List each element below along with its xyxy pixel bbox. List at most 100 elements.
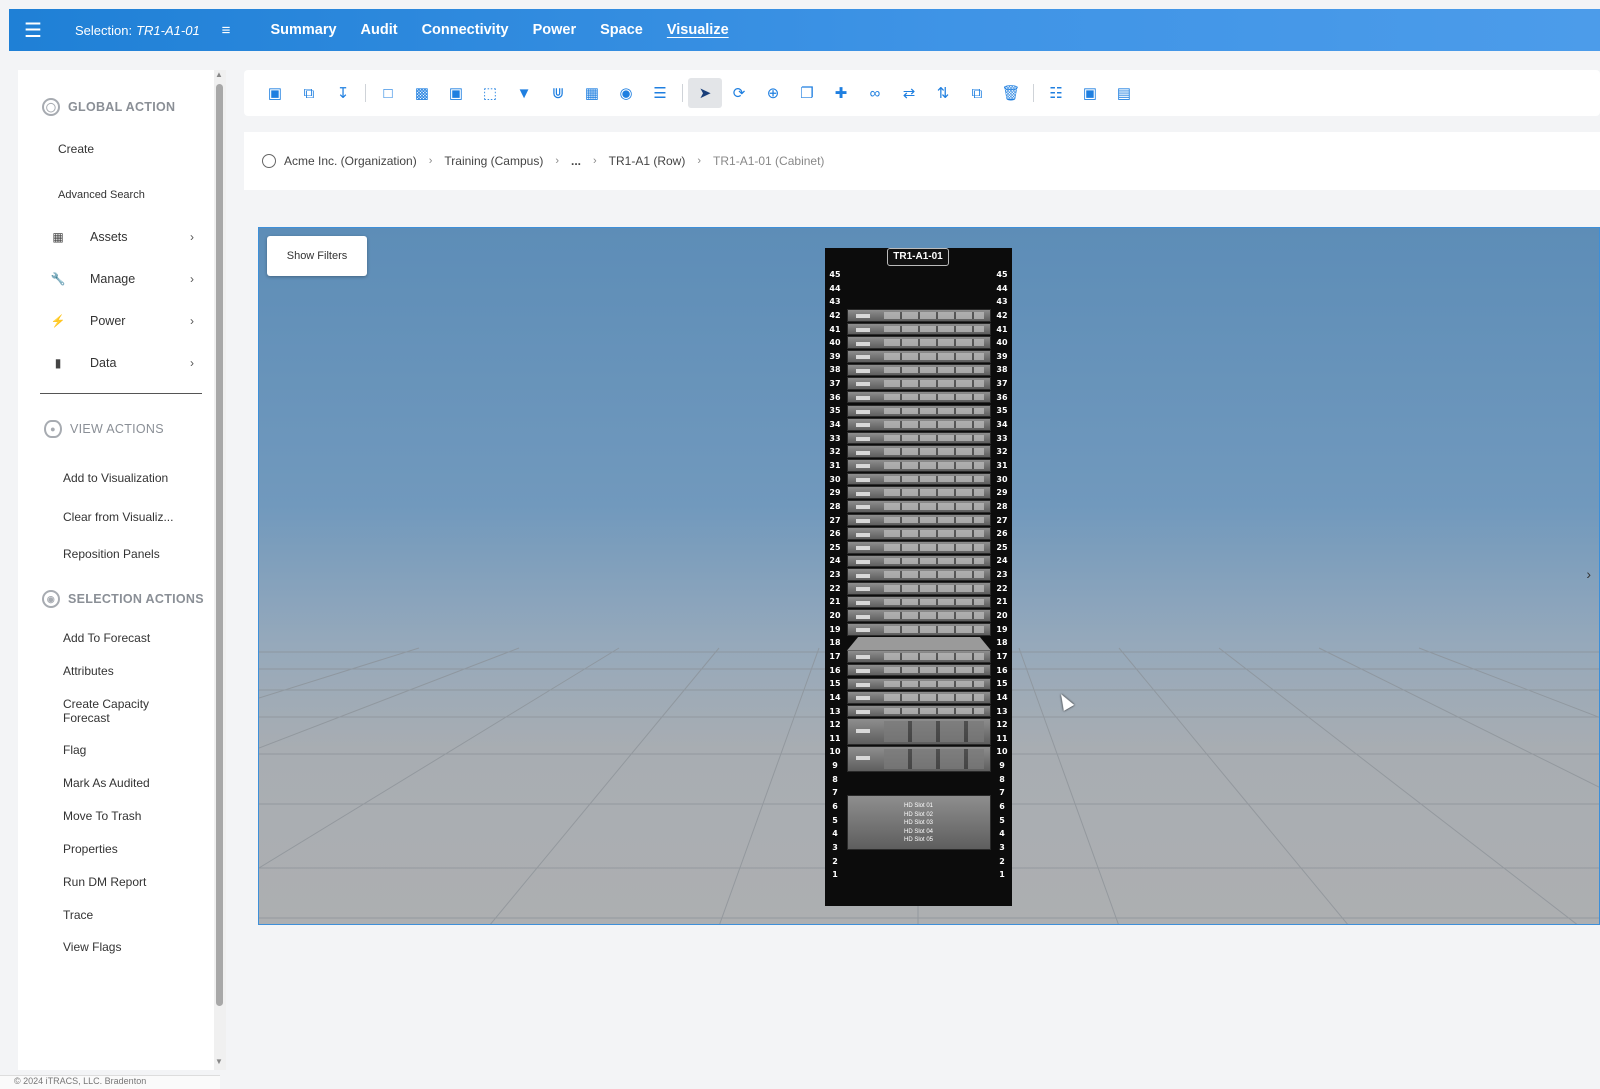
rack-server[interactable] bbox=[847, 363, 991, 377]
sidebar-item-properties[interactable]: Properties bbox=[63, 842, 118, 856]
cabinet-rack[interactable]: TR1-A1-01 45 44 43 42 41 40 39 38 37 36 35 34 33 32 31… bbox=[825, 248, 1012, 906]
sidebar-group-assets[interactable]: ▦ Assets › bbox=[50, 230, 194, 244]
sidebar-item-advanced-search[interactable]: Advanced Search bbox=[58, 189, 145, 201]
rack-server-2u[interactable] bbox=[847, 718, 991, 745]
rack-server[interactable] bbox=[847, 704, 991, 718]
dashed-view-icon[interactable]: ⬚ bbox=[473, 78, 507, 108]
rack-server[interactable] bbox=[847, 418, 991, 431]
rack-server[interactable] bbox=[847, 650, 991, 663]
sidebar-item-attributes[interactable]: Attributes bbox=[63, 664, 114, 678]
sidebar-item-view-flags[interactable]: View Flags bbox=[63, 940, 121, 954]
rack-shelf[interactable] bbox=[847, 636, 991, 651]
rack-server[interactable] bbox=[847, 541, 991, 554]
rack-server[interactable] bbox=[847, 677, 991, 691]
sidebar-item-add-to-forecast[interactable]: Add To Forecast bbox=[63, 631, 150, 645]
tab-summary[interactable]: Summary bbox=[270, 22, 336, 38]
rotate-icon[interactable]: ⟳ bbox=[722, 78, 756, 108]
breadcrumb-campus[interactable]: Training (Campus) bbox=[444, 154, 543, 168]
camera-icon[interactable]: ◉ bbox=[609, 78, 643, 108]
trash-icon[interactable]: 🗑 bbox=[994, 78, 1028, 108]
scrollbar-thumb[interactable] bbox=[216, 84, 223, 1006]
clear-filter-icon[interactable]: ⋓ bbox=[541, 78, 575, 108]
selection-list-icon[interactable]: ≡ bbox=[222, 22, 231, 39]
export-pdf-icon[interactable]: ▤ bbox=[1107, 78, 1141, 108]
sidebar-item-mark-as-audited[interactable]: Mark As Audited bbox=[63, 776, 150, 790]
settings-sliders-icon[interactable]: ☰ bbox=[643, 78, 677, 108]
sidebar-item-create[interactable]: Create bbox=[58, 142, 94, 156]
tab-audit[interactable]: Audit bbox=[361, 22, 398, 38]
sidebar-item-clear-from-visualization[interactable]: Clear from Visualiz... bbox=[63, 510, 173, 524]
swap-icon[interactable]: ⇄ bbox=[892, 78, 926, 108]
tab-connectivity[interactable]: Connectivity bbox=[422, 22, 509, 38]
sidebar-group-manage[interactable]: 🔧 Manage › bbox=[50, 272, 194, 286]
hamburger-menu-icon[interactable]: ☰ bbox=[9, 18, 57, 43]
filter-icon[interactable]: ▼ bbox=[507, 78, 541, 108]
server-bays bbox=[884, 311, 984, 319]
rack-server[interactable] bbox=[847, 472, 991, 486]
sidebar-group-data[interactable]: ▮ Data › bbox=[50, 356, 194, 370]
export-excel-icon[interactable]: ☷ bbox=[1039, 78, 1073, 108]
sidebar-item-move-to-trash[interactable]: Move To Trash bbox=[63, 809, 141, 823]
rack-server[interactable] bbox=[847, 322, 991, 336]
breadcrumb-row[interactable]: TR1-A1 (Row) bbox=[609, 154, 686, 168]
scroll-down-icon[interactable]: ▼ bbox=[215, 1057, 223, 1066]
zoom-selection-icon[interactable]: ⧉ bbox=[292, 78, 326, 108]
sidebar-item-trace[interactable]: Trace bbox=[63, 908, 93, 922]
sidebar-group-power[interactable]: ⚡ Power › bbox=[50, 314, 194, 328]
inner-view-icon[interactable]: ▣ bbox=[439, 78, 473, 108]
sidebar-scrollbar[interactable]: ▲ ▼ bbox=[214, 70, 226, 1070]
tab-space[interactable]: Space bbox=[600, 22, 643, 38]
rack-server[interactable] bbox=[847, 581, 991, 595]
select-pointer-icon[interactable]: ➤ bbox=[688, 78, 722, 108]
rack-server[interactable] bbox=[847, 404, 991, 418]
sidebar-item-add-to-visualization[interactable]: Add to Visualization bbox=[63, 471, 168, 485]
copy-icon[interactable]: ❐ bbox=[790, 78, 824, 108]
sidebar-item-run-dm-report[interactable]: Run DM Report bbox=[63, 875, 146, 889]
solid-view-icon[interactable]: ▩ bbox=[405, 78, 439, 108]
grid-toggle-icon[interactable]: ▦ bbox=[575, 78, 609, 108]
rack-server[interactable] bbox=[847, 431, 991, 445]
rack-server[interactable] bbox=[847, 349, 991, 363]
rack-server[interactable] bbox=[847, 609, 991, 622]
rack-server[interactable] bbox=[847, 486, 991, 500]
rack-server[interactable] bbox=[847, 568, 991, 581]
rack-server[interactable] bbox=[847, 691, 991, 704]
replace-icon[interactable]: ⧉ bbox=[960, 78, 994, 108]
rack-server[interactable] bbox=[847, 459, 991, 472]
zoom-extents-icon[interactable]: ▣ bbox=[258, 78, 292, 108]
rack-server[interactable] bbox=[847, 500, 991, 513]
rack-server[interactable] bbox=[847, 554, 991, 568]
rack-server[interactable] bbox=[847, 513, 991, 527]
sort-icon[interactable]: ⇅ bbox=[926, 78, 960, 108]
scroll-up-icon[interactable]: ▲ bbox=[215, 70, 223, 79]
tab-power[interactable]: Power bbox=[533, 22, 577, 38]
rack-server[interactable] bbox=[847, 622, 991, 636]
blade-chassis[interactable]: HD Slot 01 HD Slot 02 HD Slot 03 HD Slot… bbox=[847, 795, 991, 850]
rack-server[interactable] bbox=[847, 336, 991, 349]
sidebar-item-reposition-panels[interactable]: Reposition Panels bbox=[63, 547, 160, 561]
sidebar-item-create-capacity-forecast[interactable]: Create Capacity Forecast bbox=[63, 697, 173, 725]
export-image-icon[interactable]: ▣ bbox=[1073, 78, 1107, 108]
visualization-viewport[interactable]: Show Filters TR1-A1-01 45 44 43 42 41 40 39 38 3… bbox=[258, 227, 1600, 925]
chevron-right-icon[interactable]: › bbox=[1586, 566, 1591, 582]
rack-unit-number: 33 bbox=[996, 433, 1008, 443]
rack-server[interactable] bbox=[847, 663, 991, 677]
rack-server[interactable] bbox=[847, 390, 991, 404]
server-bays bbox=[884, 571, 984, 578]
front-view-icon[interactable]: □ bbox=[371, 78, 405, 108]
show-filters-button[interactable]: Show Filters bbox=[267, 236, 367, 276]
rack-server[interactable] bbox=[847, 377, 991, 390]
rack-server[interactable] bbox=[847, 527, 991, 540]
rack-server-2u[interactable] bbox=[847, 745, 991, 773]
breadcrumb-ellipsis[interactable]: ... bbox=[571, 154, 581, 168]
rack-server[interactable] bbox=[847, 595, 991, 609]
rack-server[interactable] bbox=[847, 308, 991, 322]
add-circle-icon[interactable]: ⊕ bbox=[756, 78, 790, 108]
rack-server[interactable] bbox=[847, 445, 991, 459]
home-view-icon[interactable]: ↧ bbox=[326, 78, 360, 108]
breadcrumb-organization[interactable]: Acme Inc. (Organization) bbox=[284, 154, 417, 168]
sidebar-item-flag[interactable]: Flag bbox=[63, 743, 86, 757]
link-icon[interactable]: ∞ bbox=[858, 78, 892, 108]
move-icon[interactable]: ✚ bbox=[824, 78, 858, 108]
tab-visualize[interactable]: Visualize bbox=[667, 22, 729, 38]
